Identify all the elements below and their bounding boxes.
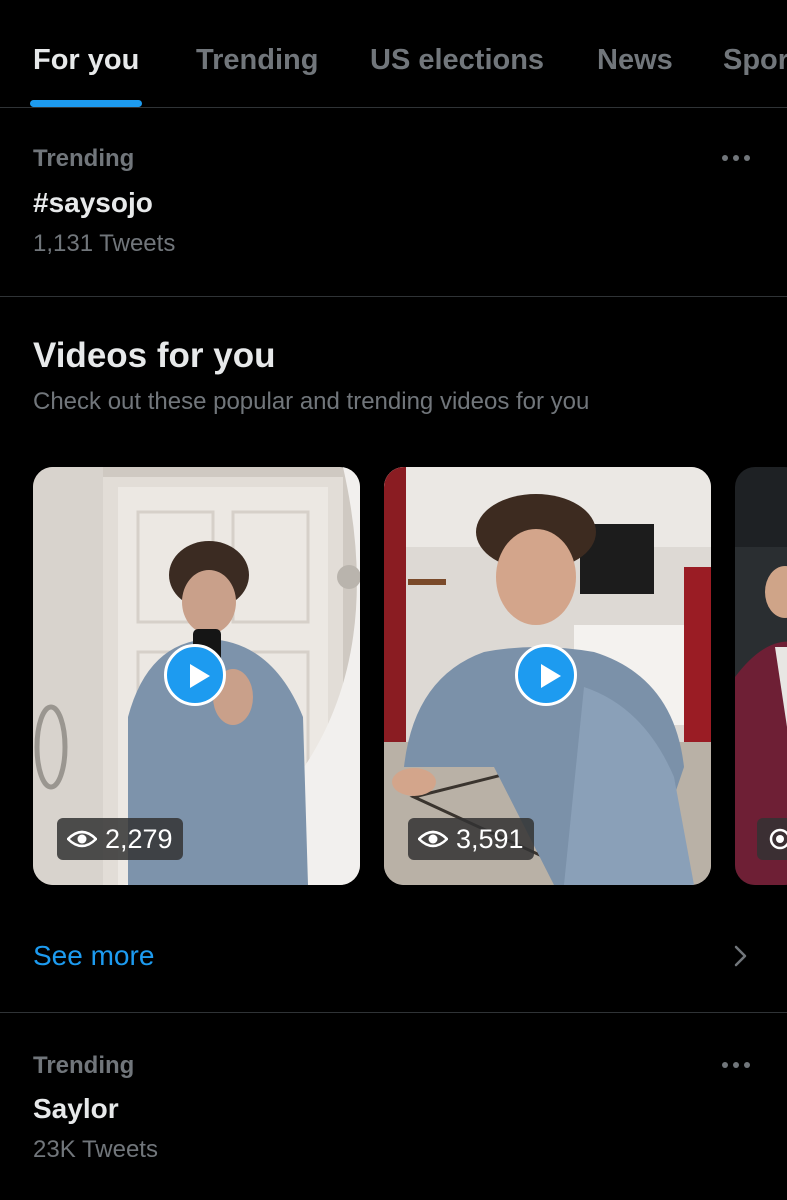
view-count: 3,591	[456, 823, 524, 854]
trend-tweet-count: 23K Tweets	[33, 1136, 158, 1163]
play-icon[interactable]	[164, 644, 226, 706]
trend-item-saysojo[interactable]: Trending #saysojo 1,131 Tweets	[0, 108, 787, 296]
view-count: 2,279	[105, 823, 173, 854]
trend-context: Trending	[33, 1052, 135, 1079]
tab-us-elections[interactable]: US elections	[370, 44, 544, 77]
explore-tabs: For you Trending US elections News Spor	[0, 0, 787, 108]
video-card-2[interactable]: 3,591	[384, 467, 711, 885]
chevron-right-icon[interactable]	[732, 944, 750, 968]
see-more-link[interactable]: See more	[33, 940, 154, 972]
view-count-badge: 2,279	[57, 818, 183, 860]
video-thumbnail	[735, 467, 787, 885]
more-icon[interactable]	[716, 146, 756, 170]
video-card-1[interactable]: 2,279	[33, 467, 360, 885]
tab-for-you[interactable]: For you	[33, 44, 139, 77]
view-count-badge: 3,591	[408, 818, 534, 860]
video-card-3[interactable]	[735, 467, 787, 885]
trend-tweet-count: 1,131 Tweets	[33, 230, 176, 257]
module-title: Videos for you	[33, 336, 276, 375]
module-subtitle: Check out these popular and trending vid…	[33, 388, 590, 415]
divider	[0, 296, 787, 297]
tab-trending[interactable]: Trending	[196, 44, 318, 77]
trend-context: Trending	[33, 145, 135, 172]
tab-news[interactable]: News	[597, 44, 673, 77]
eye-icon	[418, 830, 448, 848]
active-tab-indicator	[30, 100, 142, 107]
eye-icon	[67, 830, 97, 848]
play-icon[interactable]	[515, 644, 577, 706]
trend-item-saylor[interactable]: Trending Saylor 23K Tweets	[0, 1013, 787, 1200]
tab-sports[interactable]: Spor	[723, 44, 787, 77]
trend-name: #saysojo	[33, 187, 153, 218]
more-icon[interactable]	[716, 1053, 756, 1077]
trend-name: Saylor	[33, 1093, 119, 1124]
